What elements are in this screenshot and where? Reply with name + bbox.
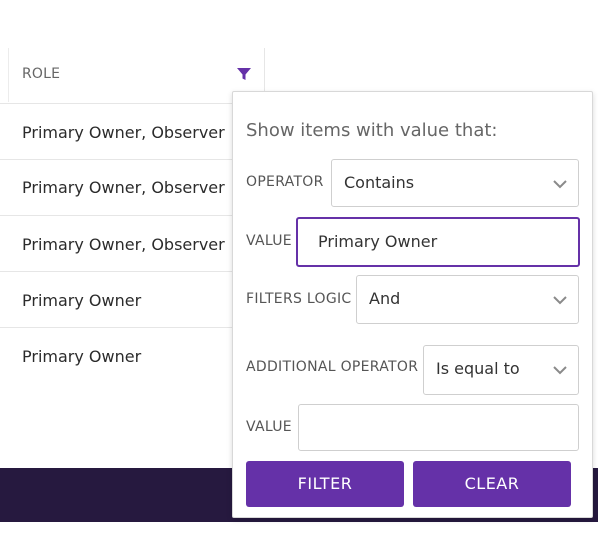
role-cell: Primary Owner, Observer <box>22 235 225 254</box>
screen: ROLE Primary Owner, Observer Primary Own… <box>0 0 598 544</box>
role-cell: Primary Owner, Observer <box>22 178 225 197</box>
table-row[interactable]: Primary Owner, Observer <box>0 103 264 160</box>
role-cell: Primary Owner <box>22 347 142 366</box>
chevron-down-icon <box>553 366 567 375</box>
table-row[interactable]: Primary Owner <box>0 271 264 328</box>
header-divider <box>8 48 9 102</box>
additional-operator-select[interactable]: Is equal to <box>423 345 579 395</box>
popup-title: Show items with value that: <box>246 120 498 141</box>
clear-button[interactable]: CLEAR <box>413 461 571 507</box>
chevron-down-icon <box>553 296 567 305</box>
value-input-text: Primary Owner <box>318 232 438 251</box>
second-value-label: VALUE <box>246 419 292 435</box>
operator-select-value: Contains <box>344 173 415 192</box>
filters-logic-label: FILTERS LOGIC <box>246 291 352 307</box>
column-title-role: ROLE <box>22 66 61 82</box>
second-value-input[interactable] <box>298 404 579 451</box>
additional-operator-select-value: Is equal to <box>436 359 520 378</box>
chevron-down-icon <box>553 180 567 189</box>
table-row[interactable]: Primary Owner, Observer <box>0 159 264 216</box>
filter-popup: Show items with value that: OPERATOR Con… <box>232 91 593 518</box>
filters-logic-select[interactable]: And <box>356 275 579 324</box>
filter-icon[interactable] <box>236 66 252 82</box>
role-cell: Primary Owner, Observer <box>22 123 225 142</box>
additional-operator-label: ADDITIONAL OPERATOR <box>246 359 419 375</box>
table-row[interactable]: Primary Owner <box>0 327 264 384</box>
operator-select[interactable]: Contains <box>331 159 579 207</box>
filter-button[interactable]: FILTER <box>246 461 404 507</box>
table-row[interactable]: Primary Owner, Observer <box>0 215 264 272</box>
operator-label: OPERATOR <box>246 174 324 190</box>
value-label: VALUE <box>246 233 292 249</box>
value-input[interactable]: Primary Owner <box>296 217 580 267</box>
filters-logic-select-value: And <box>369 289 401 308</box>
role-cell: Primary Owner <box>22 291 142 310</box>
